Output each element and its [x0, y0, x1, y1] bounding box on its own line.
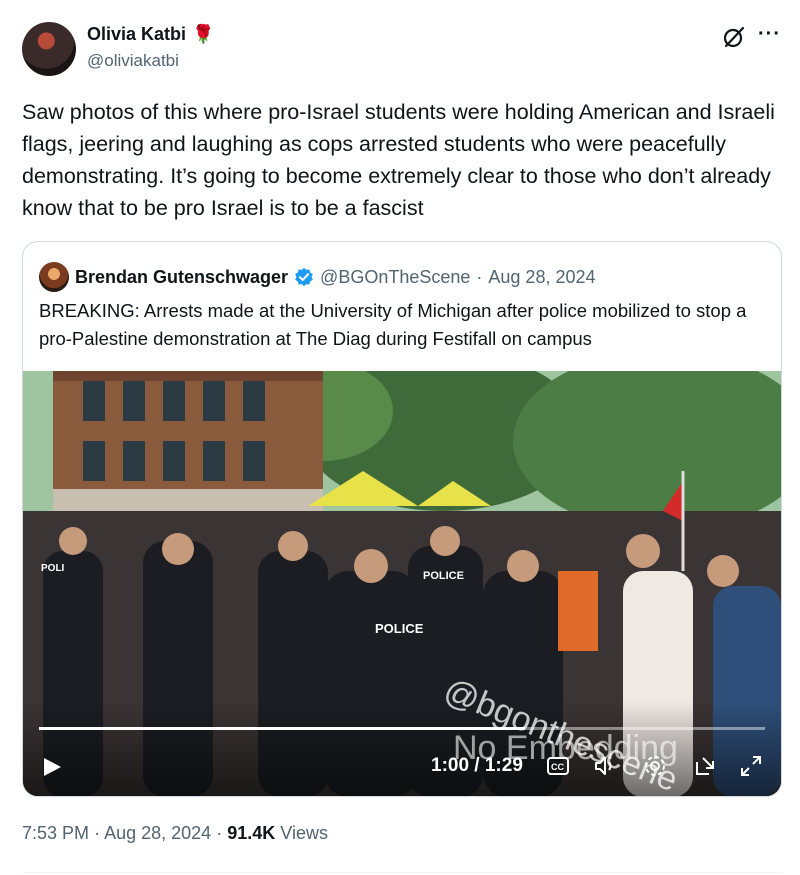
rose-emoji: 🌹 [192, 24, 215, 44]
author-handle[interactable]: @oliviakatbi [87, 51, 179, 71]
quoted-separator: · [476, 266, 483, 287]
tweet-time[interactable]: 7:53 PM [22, 823, 89, 843]
police-label: POLICE [375, 621, 424, 636]
captions-icon[interactable]: CC [546, 754, 570, 778]
more-icon[interactable]: ··· [758, 23, 781, 46]
gear-icon[interactable] [643, 754, 667, 778]
popout-icon[interactable] [693, 754, 717, 778]
fullscreen-icon[interactable] [739, 754, 763, 778]
author-name-row[interactable]: Olivia Katbi 🌹 [87, 24, 214, 45]
footer-dot: · [216, 823, 223, 843]
views-count: 91.4K [227, 823, 276, 843]
volume-icon[interactable] [593, 754, 617, 778]
quoted-date[interactable]: Aug 28, 2024 [488, 267, 595, 288]
tweet-date[interactable]: Aug 28, 2024 [104, 823, 211, 843]
tweet-text: Saw photos of this where pro-Israel stud… [22, 100, 775, 220]
play-icon[interactable] [41, 756, 63, 778]
quoted-name[interactable]: Brendan Gutenschwager [75, 267, 288, 288]
video-progress-bar[interactable] [39, 727, 765, 730]
svg-text:CC: CC [551, 762, 564, 772]
quoted-text: BREAKING: Arrests made at the University… [39, 300, 747, 349]
video-progress-fill [39, 727, 526, 730]
tweet-footer: 7:53 PM · Aug 28, 2024 · 91.4K Views [22, 823, 328, 844]
verified-badge-icon [295, 267, 313, 287]
video-player[interactable]: POLICE POLICE POLI @bgonthescene No Embe… [23, 371, 781, 796]
author-name[interactable]: Olivia Katbi [87, 24, 186, 45]
divider [22, 872, 782, 873]
police-label: POLICE [423, 570, 464, 582]
police-label: POLI [41, 563, 65, 574]
video-controls: 1:00 / 1:29 CC [23, 746, 781, 786]
video-time: 1:00 / 1:29 [431, 755, 523, 776]
quoted-header: Brendan Gutenschwager @BGOnTheScene · Au… [39, 262, 596, 292]
quoted-avatar[interactable] [39, 262, 69, 292]
quoted-handle[interactable]: @BGOnTheScene [320, 267, 470, 288]
author-avatar[interactable] [22, 22, 76, 76]
quoted-tweet[interactable]: Brendan Gutenschwager @BGOnTheScene · Au… [22, 241, 782, 797]
grok-icon[interactable] [722, 25, 746, 49]
views-label: Views [280, 823, 328, 843]
footer-dot: · [94, 823, 101, 843]
